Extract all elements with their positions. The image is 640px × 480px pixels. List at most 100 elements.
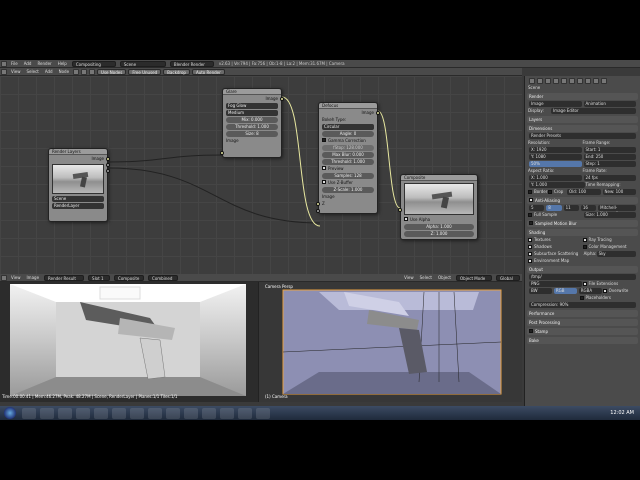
render-result-viewport[interactable]: Time:00:00.41 | Mem:46.27M, Peak: 48.27M… [0,282,258,402]
start-frame-field[interactable]: Start: 1 [583,147,636,153]
view3d-menu-object[interactable]: Object [435,275,454,280]
3d-viewport[interactable]: Camera Persp (1) Camera [258,282,522,402]
zscale-field[interactable]: Z-Scale: 1.000 [322,187,374,193]
end-frame-field[interactable]: End: 250 [583,154,636,160]
menu-file[interactable]: File [8,61,21,66]
alpha-field[interactable]: Alpha: 1.000 [404,224,474,230]
pass-selector[interactable]: Combined [148,274,179,281]
texture-tab-icon[interactable] [601,78,607,84]
view3d-menu-view[interactable]: View [401,275,417,280]
material-tab-icon[interactable] [593,78,599,84]
scene-field[interactable]: Scene [52,196,104,202]
taskbar-app-icon[interactable] [238,407,252,419]
color-mgmt-checkbox[interactable] [582,245,587,249]
remap-new-field[interactable]: New: 100 [602,189,636,195]
scene-selector[interactable]: Scene [119,60,166,67]
render-engine-selector[interactable]: Blender Render [169,60,214,67]
bake-panel-header[interactable]: Bake [527,337,638,344]
mode-selector[interactable]: Object Mode [456,274,492,281]
editor-type-icon[interactable] [1,274,7,281]
node-title[interactable]: Glare [223,89,281,95]
motion-blur-panel-header[interactable]: Sampled Motion Blur [527,220,638,227]
rgba-button[interactable]: RGBA [578,288,602,294]
defocus-z-socket[interactable] [316,209,320,213]
glare-output-socket[interactable] [280,97,284,101]
glare-quality-select[interactable]: Medium [226,110,278,116]
aspect-x-field[interactable]: X: 1.000 [529,175,582,181]
world-tab-icon[interactable] [553,78,559,84]
dimensions-panel-header[interactable]: Dimensions [527,125,638,132]
compression-slider[interactable]: Compression: 90% [529,302,636,308]
defocus-image-socket[interactable] [316,202,320,206]
angle-field[interactable]: Angle: 0 [322,131,374,137]
node-defocus[interactable]: Defocus Image Bokeh Type: Circular Angle… [316,102,380,214]
compositing-nodes-icon[interactable] [81,68,88,75]
image-socket[interactable] [106,157,110,161]
overwrite-checkbox[interactable] [602,289,607,293]
bw-button[interactable]: BW [529,288,552,294]
object-tab-icon[interactable] [561,78,567,84]
taskbar-app-icon[interactable] [256,407,270,419]
taskbar-clock[interactable]: 12:02 AM [610,410,640,416]
output-path-field[interactable]: /tmp/ [529,274,636,280]
menu-render[interactable]: Render [34,61,54,66]
env-map-checkbox[interactable] [528,259,532,263]
aa-filter-select[interactable]: Mitchell-Netravali [598,205,636,216]
data-tab-icon[interactable] [585,78,591,84]
performance-panel-header[interactable]: Performance [527,310,638,317]
texture-nodes-icon[interactable] [89,68,96,75]
composite-image-socket[interactable] [398,208,402,212]
step-field[interactable]: Step: 1 [583,161,636,167]
border-checkbox[interactable] [528,190,532,194]
free-unused-toggle[interactable]: Free Unused [128,68,162,75]
shader-nodes-icon[interactable] [73,68,80,75]
node-title[interactable]: Defocus [319,103,377,109]
taskbar-app-icon[interactable] [22,407,36,419]
taskbar-app-icon[interactable] [76,407,90,419]
stamp-panel-header[interactable]: Stamp [527,328,638,335]
display-select[interactable]: Image Editor [551,108,636,114]
taskbar-app-icon[interactable] [130,407,144,419]
render-tab-icon[interactable] [529,78,535,84]
aa-checkbox[interactable] [529,198,533,202]
aa-8[interactable]: 8 [546,205,562,211]
pivot-selector[interactable]: Global [496,274,520,281]
aa-5[interactable]: 5 [529,205,545,211]
ray-tracing-checkbox[interactable] [582,238,587,242]
layer-selector[interactable]: Composite [114,274,145,281]
rgb-button[interactable]: RGB [553,288,577,294]
image-menu-view[interactable]: View [8,275,24,280]
fps-select[interactable]: 24 fps [583,175,636,181]
taskbar-app-icon[interactable] [58,407,72,419]
taskbar-app-icon[interactable] [40,407,54,419]
stamp-checkbox[interactable] [529,329,533,333]
defocus-output-socket[interactable] [376,111,380,115]
taskbar-app-icon[interactable] [202,407,216,419]
glare-threshold-field[interactable]: Threshold: 1.000 [226,124,278,130]
z-socket[interactable] [106,169,110,173]
glare-input-socket[interactable] [220,151,224,155]
node-glare[interactable]: Glare Image Fog Glow Medium Mix: 0.000 T… [220,88,284,158]
node-menu-node[interactable]: Node [56,69,72,74]
taskbar-app-icon[interactable] [166,407,180,419]
render-panel-header[interactable]: Render [527,93,638,100]
taskbar-app-icon[interactable] [112,407,126,419]
aa-16[interactable]: 16 [580,205,597,211]
taskbar-app-icon[interactable] [94,407,108,419]
menu-help[interactable]: Help [55,61,70,66]
shadows-checkbox[interactable] [528,245,532,249]
node-menu-view[interactable]: View [8,69,24,74]
render-image-button[interactable]: Image [529,101,582,107]
res-percent-field[interactable]: 50% [529,161,582,167]
threshold-field[interactable]: Threshold: 1.000 [322,159,374,165]
editor-type-icon[interactable] [1,68,7,75]
constraints-tab-icon[interactable] [569,78,575,84]
z-field[interactable]: Z: 1.000 [404,231,474,237]
layer-field[interactable]: RenderLayer [52,203,104,209]
fstop-field[interactable]: fStop: 128.000 [322,145,374,151]
taskbar-app-icon[interactable] [148,407,162,419]
alpha-select[interactable]: Sky [596,251,636,257]
node-title[interactable]: Composite [401,175,477,181]
placeholders-checkbox[interactable] [579,296,584,300]
image-menu-image[interactable]: Image [24,275,43,280]
